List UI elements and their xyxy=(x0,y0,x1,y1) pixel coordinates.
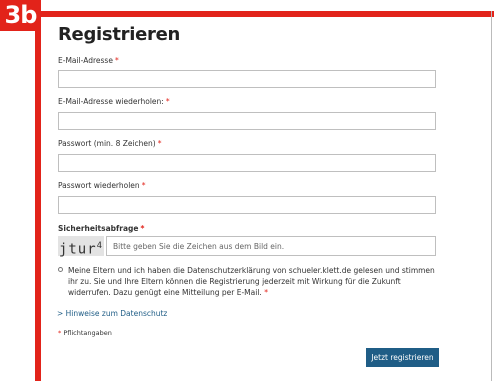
email-repeat-label: E-Mail-Adresse wiederholen: * xyxy=(58,97,170,106)
captcha-input[interactable] xyxy=(106,236,436,256)
email-label: E-Mail-Adresse * xyxy=(58,56,119,65)
captcha-image-text: jtur xyxy=(58,241,97,258)
email-label-text: E-Mail-Adresse xyxy=(58,56,113,65)
password-repeat-label: Passwort wiederholen * xyxy=(58,181,145,190)
password-field[interactable] xyxy=(58,154,436,172)
password-repeat-label-text: Passwort wiederholen xyxy=(58,181,140,190)
submit-button[interactable]: Jetzt registrieren xyxy=(366,348,439,367)
password-repeat-field[interactable] xyxy=(58,196,436,214)
required-marker: * xyxy=(114,56,119,65)
captcha-image: jtur4 xyxy=(58,236,104,258)
required-marker: * xyxy=(140,224,145,233)
privacy-link[interactable]: > Hinweise zum Datenschutz xyxy=(57,309,167,318)
required-marker: * xyxy=(165,97,170,106)
required-note-text: Pflichtangaben xyxy=(63,329,112,337)
captcha-image-sup: 4 xyxy=(96,241,104,251)
frame-left-border xyxy=(35,31,41,381)
required-note: * Pflichtangaben xyxy=(58,329,112,337)
consent-text-body: Meine Eltern und ich haben die Datenschu… xyxy=(68,266,435,297)
step-badge: 3b xyxy=(0,0,41,31)
consent-text: Meine Eltern und ich haben die Datenschu… xyxy=(68,265,438,298)
frame-right-border xyxy=(491,11,492,381)
password-label: Passwort (min. 8 Zeichen) * xyxy=(58,139,161,148)
captcha-label-text: Sicherheitsabfrage xyxy=(58,224,139,233)
frame-top-border xyxy=(41,11,494,17)
required-marker: * xyxy=(264,288,268,297)
email-repeat-field[interactable] xyxy=(58,112,436,130)
password-label-text: Passwort (min. 8 Zeichen) xyxy=(58,139,156,148)
required-marker: * xyxy=(157,139,162,148)
captcha-label: Sicherheitsabfrage * xyxy=(58,224,144,233)
email-field[interactable] xyxy=(58,70,436,88)
consent-checkbox[interactable] xyxy=(58,267,63,272)
email-repeat-label-text: E-Mail-Adresse wiederholen: xyxy=(58,97,164,106)
captcha-row: jtur4 xyxy=(58,236,438,258)
form-title: Registrieren xyxy=(58,24,180,45)
required-marker: * xyxy=(141,181,146,190)
required-marker: * xyxy=(58,329,62,337)
